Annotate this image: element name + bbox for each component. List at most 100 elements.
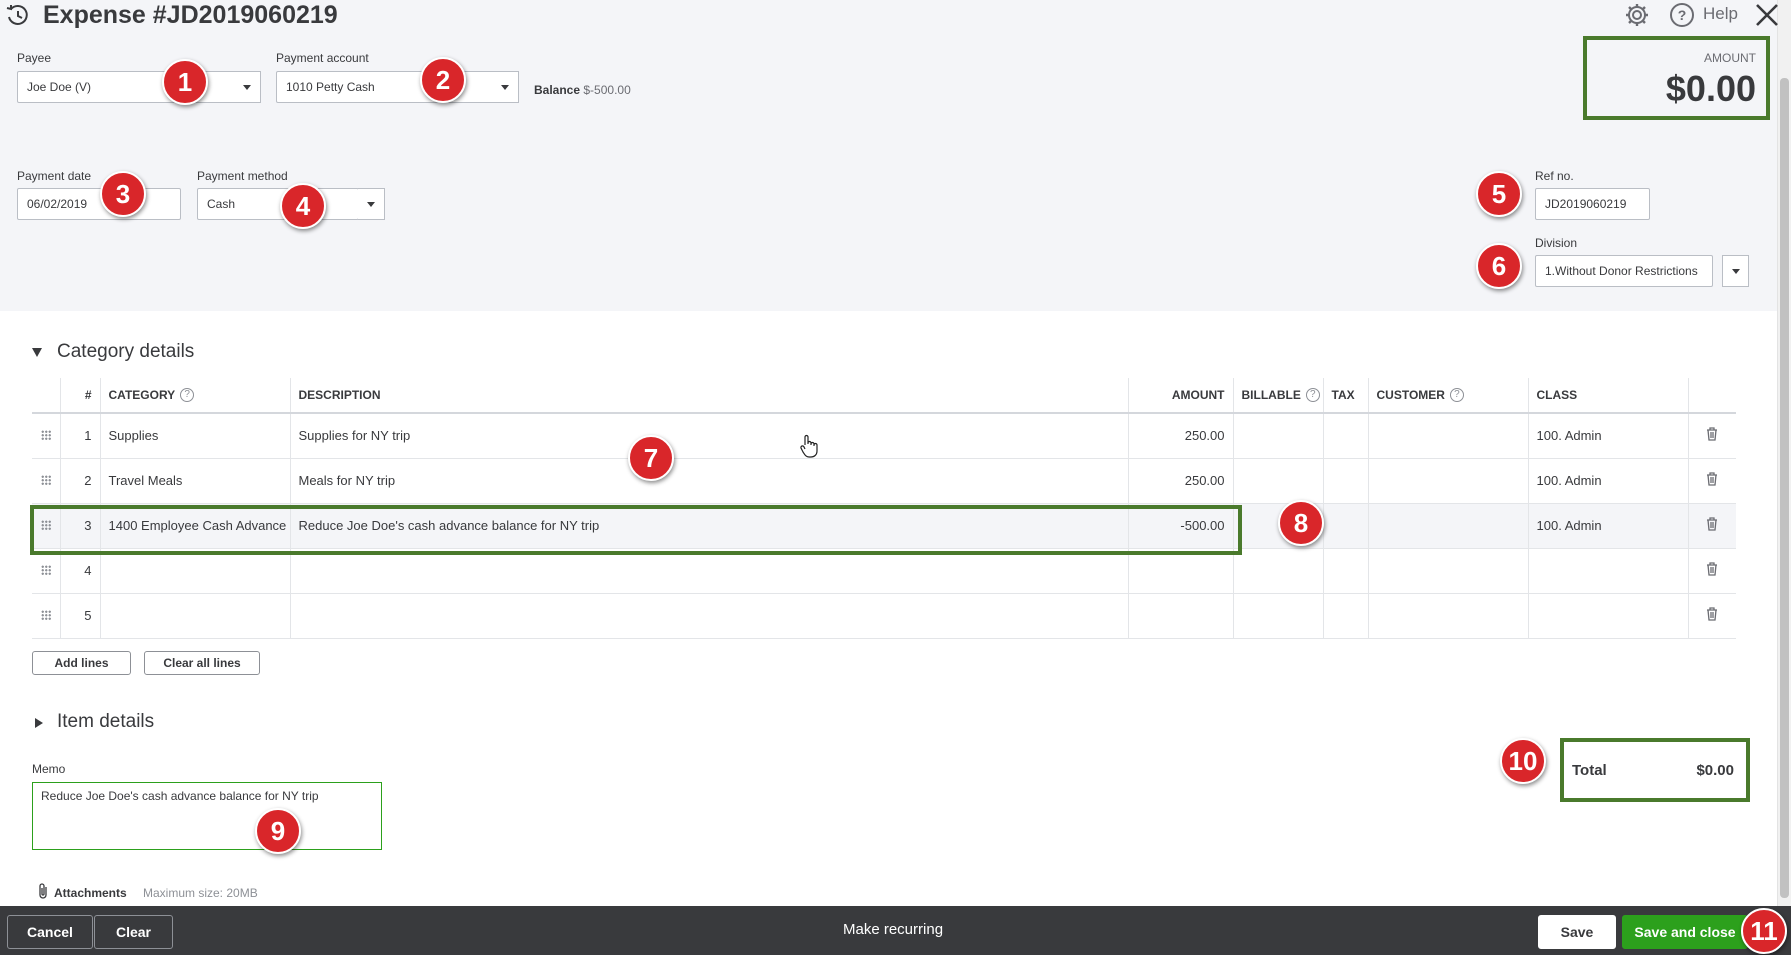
delete-row-button[interactable] — [1687, 503, 1736, 549]
billable-cell[interactable] — [1232, 548, 1323, 594]
scrollbar-thumb[interactable] — [1780, 78, 1789, 898]
payment-method-input[interactable]: Cash — [197, 188, 359, 220]
division-dropdown-button[interactable] — [1722, 255, 1749, 287]
annotation-badge: 4 — [280, 183, 326, 229]
help-icon[interactable]: ? — [1669, 2, 1695, 28]
tax-cell[interactable] — [1322, 458, 1368, 504]
class-cell[interactable]: 100. Admin — [1527, 458, 1688, 504]
amount-cell[interactable]: 250.00 — [1127, 458, 1233, 504]
column-header-actions — [1687, 378, 1736, 414]
delete-row-button[interactable] — [1687, 548, 1736, 594]
class-cell[interactable] — [1527, 548, 1688, 594]
info-icon[interactable]: ? — [1449, 388, 1464, 403]
class-cell[interactable]: 100. Admin — [1527, 413, 1688, 459]
ref-no-input[interactable]: JD2019060219 — [1535, 188, 1650, 220]
annotation-badge: 3 — [100, 171, 146, 217]
tax-cell[interactable] — [1322, 548, 1368, 594]
description-cell[interactable] — [289, 593, 1128, 639]
collapse-arrow-icon — [32, 348, 42, 357]
item-details-title[interactable]: Item details — [57, 711, 154, 733]
drag-handle[interactable] — [32, 413, 60, 459]
ref-no-label: Ref no. — [1535, 169, 1574, 183]
amount-cell[interactable] — [1127, 593, 1233, 639]
drag-handle-icon — [40, 565, 51, 575]
clear-all-lines-button[interactable]: Clear all lines — [144, 651, 260, 675]
customer-cell[interactable] — [1367, 413, 1528, 459]
attachments-label[interactable]: Attachments — [54, 886, 127, 900]
column-header-class: CLASS — [1527, 378, 1688, 414]
cancel-button[interactable]: Cancel — [7, 915, 93, 949]
delete-row-button[interactable] — [1687, 593, 1736, 639]
column-header-amount: AMOUNT — [1127, 378, 1233, 414]
save-button[interactable]: Save — [1538, 915, 1616, 949]
expand-arrow-icon — [35, 718, 43, 728]
annotation-badge: 9 — [255, 808, 301, 854]
description-cell[interactable]: Supplies for NY trip — [289, 413, 1128, 459]
total-label: Total — [1572, 761, 1607, 779]
category-cell[interactable]: Travel Meals — [99, 458, 290, 504]
payee-dropdown-button[interactable] — [234, 71, 261, 103]
customer-cell[interactable] — [1367, 593, 1528, 639]
column-header-num: # — [59, 378, 100, 414]
tax-cell[interactable] — [1322, 413, 1368, 459]
paperclip-icon[interactable] — [37, 882, 49, 900]
info-icon[interactable]: ? — [1305, 388, 1320, 403]
payment-date-input[interactable]: 06/02/2019 — [17, 188, 181, 220]
delete-row-button[interactable] — [1687, 413, 1736, 459]
svg-text:?: ? — [1678, 7, 1687, 23]
info-icon[interactable]: ? — [180, 388, 195, 403]
chevron-down-icon — [243, 84, 251, 90]
balance-display: Balance $-500.00 — [534, 83, 631, 97]
division-input[interactable]: 1.Without Donor Restrictions — [1535, 255, 1713, 287]
billable-cell[interactable] — [1232, 593, 1323, 639]
category-cell[interactable]: Supplies — [99, 413, 290, 459]
make-recurring-link[interactable]: Make recurring — [843, 921, 943, 938]
row-number: 2 — [59, 458, 100, 504]
item-details-toggle[interactable] — [35, 718, 43, 728]
payee-label: Payee — [17, 51, 52, 65]
annotation-badge: 8 — [1278, 500, 1324, 546]
class-cell[interactable] — [1527, 593, 1688, 639]
trash-icon — [1707, 607, 1718, 621]
help-link[interactable]: Help — [1703, 4, 1738, 24]
amount-cell[interactable]: 250.00 — [1127, 413, 1233, 459]
total-value: $0.00 — [1696, 761, 1734, 779]
billable-cell[interactable] — [1232, 413, 1323, 459]
add-lines-button[interactable]: Add lines — [32, 651, 131, 675]
payment-method-dropdown-button[interactable] — [358, 188, 385, 220]
billable-cell[interactable] — [1232, 458, 1323, 504]
scrollbar[interactable] — [1777, 0, 1791, 906]
save-and-close-button[interactable]: Save and close — [1622, 915, 1748, 949]
description-cell[interactable]: Meals for NY trip — [289, 458, 1128, 504]
payment-account-dropdown-button[interactable] — [492, 71, 519, 103]
category-cell[interactable] — [99, 593, 290, 639]
drag-handle[interactable] — [32, 458, 60, 504]
drag-handle[interactable] — [32, 593, 60, 639]
row-number: 1 — [59, 413, 100, 459]
customer-cell[interactable] — [1367, 548, 1528, 594]
delete-row-button[interactable] — [1687, 458, 1736, 504]
customer-cell[interactable] — [1367, 458, 1528, 504]
table-row[interactable]: 2 Travel Meals Meals for NY trip 250.00 … — [32, 458, 1736, 504]
table-row[interactable]: 1 Supplies Supplies for NY trip 250.00 1… — [32, 413, 1736, 459]
annotation-badge: 5 — [1476, 171, 1522, 217]
close-icon[interactable] — [1754, 2, 1780, 28]
amount-label: AMOUNT — [1704, 51, 1756, 65]
customer-cell[interactable] — [1367, 503, 1528, 549]
chevron-down-icon — [501, 84, 509, 90]
tax-cell[interactable] — [1322, 593, 1368, 639]
category-details-toggle[interactable] — [32, 348, 42, 357]
gear-icon[interactable] — [1624, 2, 1650, 28]
clear-button[interactable]: Clear — [94, 915, 173, 949]
table-row[interactable]: 5 — [32, 593, 1736, 639]
class-cell[interactable]: 100. Admin — [1527, 503, 1688, 549]
trash-icon — [1707, 562, 1718, 576]
column-header-description: DESCRIPTION — [289, 378, 1128, 414]
category-details-title[interactable]: Category details — [57, 341, 194, 363]
history-icon[interactable] — [5, 3, 31, 29]
tax-cell[interactable] — [1322, 503, 1368, 549]
memo-textarea[interactable]: Reduce Joe Doe's cash advance balance fo… — [32, 782, 382, 850]
column-header-billable-label: BILLABLE — [1241, 387, 1301, 402]
attachments-max-size: Maximum size: 20MB — [143, 886, 258, 900]
page-title: Expense #JD2019060219 — [43, 1, 338, 29]
